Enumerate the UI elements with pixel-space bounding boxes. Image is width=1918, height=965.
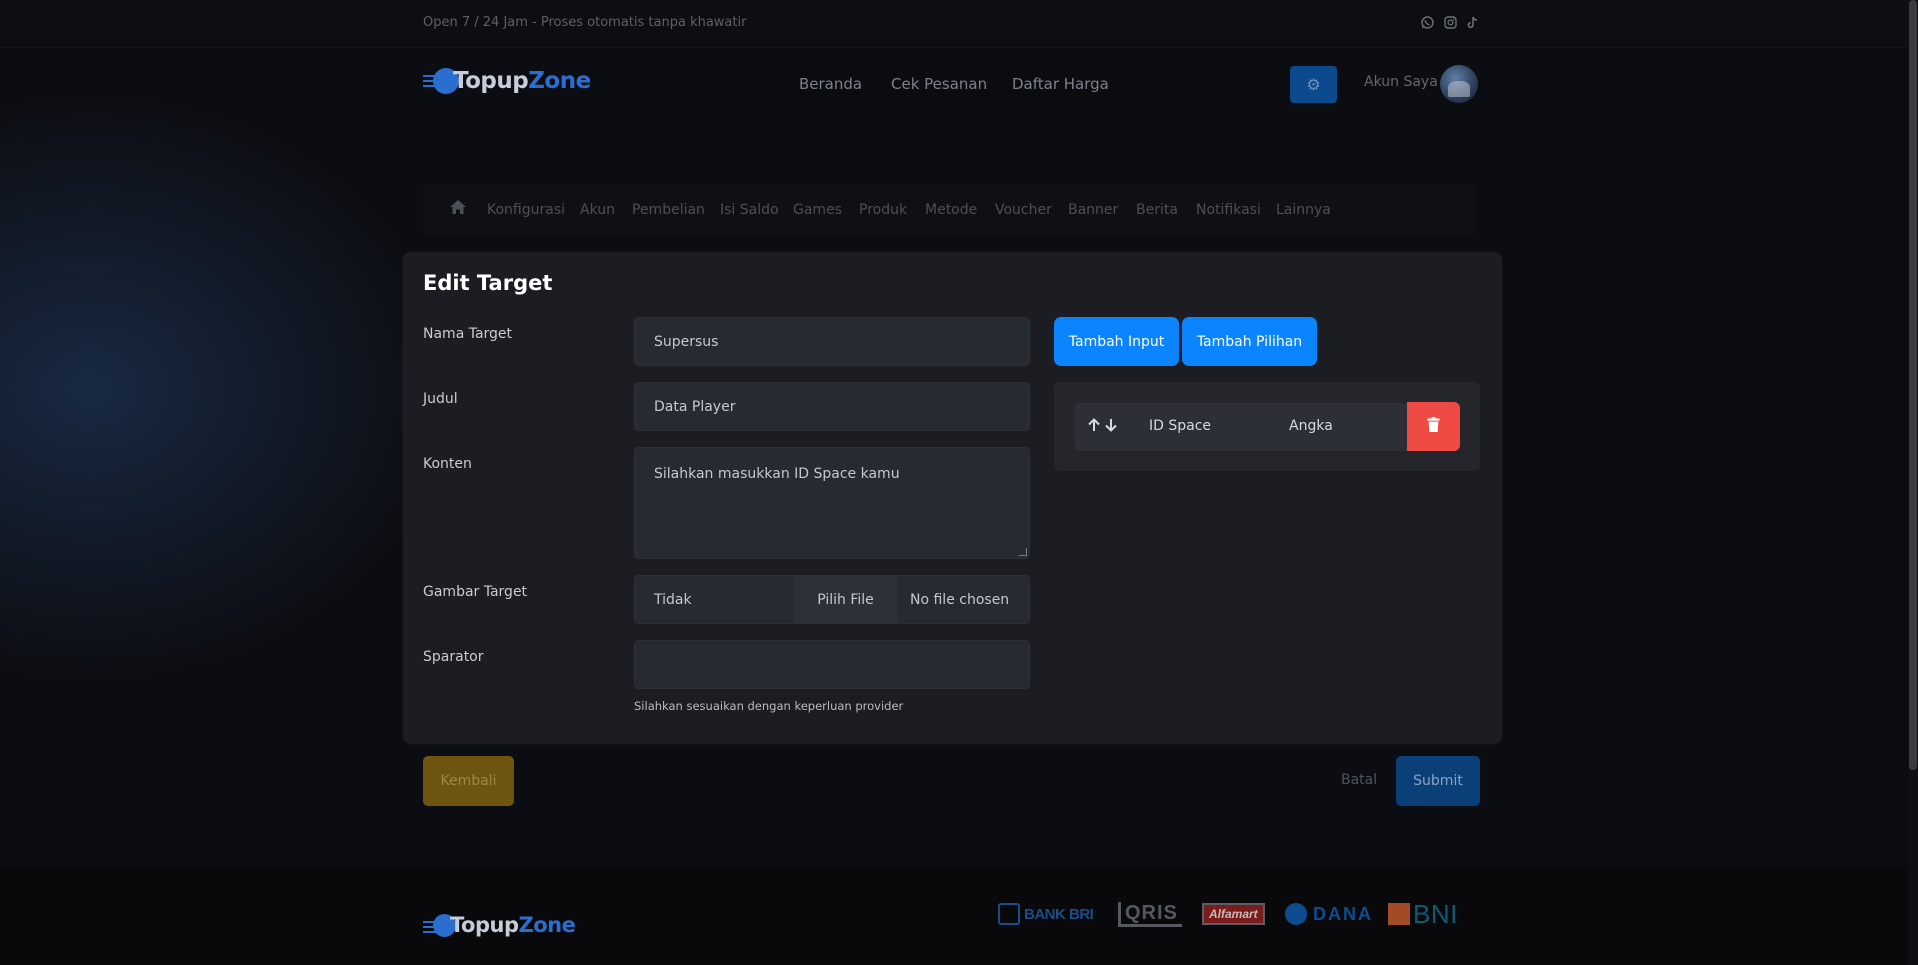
- menu-item-metode[interactable]: Metode: [925, 202, 977, 218]
- top-bar: Open 7 / 24 Jam - Proses otomatis tanpa …: [0, 0, 1908, 48]
- tagline: Open 7 / 24 Jam - Proses otomatis tanpa …: [423, 15, 747, 30]
- menu-item-produk[interactable]: Produk: [859, 202, 907, 218]
- page-title: Edit Target: [423, 271, 553, 295]
- nama-target-input[interactable]: Supersus: [634, 317, 1030, 366]
- menu-item-lainnya[interactable]: Lainnya: [1276, 202, 1331, 218]
- footer: [0, 867, 1908, 965]
- gambar-target-label: Gambar Target: [423, 584, 528, 600]
- menu-item-konfigurasi[interactable]: Konfigurasi: [487, 202, 565, 218]
- menu-item-isi-saldo[interactable]: Isi Saldo: [720, 202, 779, 218]
- footer-logo[interactable]: Topup Zone: [423, 913, 576, 937]
- home-icon[interactable]: [449, 199, 467, 217]
- whatsapp-icon[interactable]: [1421, 16, 1434, 32]
- delete-button[interactable]: [1407, 402, 1460, 451]
- alfamart-logo: Alfamart: [1202, 901, 1265, 927]
- konten-textarea[interactable]: Silahkan masukkan ID Space kamu: [634, 447, 1030, 559]
- cancel-button[interactable]: Batal: [1341, 772, 1377, 788]
- instagram-icon[interactable]: [1444, 16, 1457, 32]
- menu-item-berita[interactable]: Berita: [1136, 202, 1178, 218]
- sparator-input[interactable]: [634, 640, 1030, 689]
- site-logo[interactable]: Topup Zone: [423, 68, 591, 94]
- nav-link-beranda[interactable]: Beranda: [799, 75, 862, 93]
- settings-button[interactable]: ⚙: [1290, 66, 1337, 103]
- add-input-button[interactable]: Tambah Input: [1054, 317, 1179, 366]
- choose-file-button[interactable]: Pilih File: [794, 576, 897, 623]
- dana-logo: DANA: [1285, 901, 1373, 927]
- gear-icon: ⚙: [1306, 75, 1321, 94]
- nav-link-cek-pesanan[interactable]: Cek Pesanan: [891, 75, 987, 93]
- konten-label: Konten: [423, 456, 472, 472]
- menu-item-notifikasi[interactable]: Notifikasi: [1196, 202, 1261, 218]
- nama-target-label: Nama Target: [423, 326, 513, 342]
- gambar-target-field: Tidak Pilih File No file chosen: [634, 575, 1030, 624]
- target-input-name: ID Space: [1149, 418, 1212, 434]
- add-choice-button[interactable]: Tambah Pilihan: [1182, 317, 1317, 366]
- reorder-arrows-icon[interactable]: [1087, 418, 1119, 436]
- target-input-type: Angka: [1289, 418, 1333, 434]
- menu-item-games[interactable]: Games: [793, 202, 842, 218]
- nav-link-daftar-harga[interactable]: Daftar Harga: [1012, 75, 1109, 93]
- submit-button[interactable]: Submit: [1396, 756, 1480, 806]
- menu-item-banner[interactable]: Banner: [1068, 202, 1118, 218]
- judul-label: Judul: [423, 391, 458, 407]
- menu-item-akun[interactable]: Akun: [580, 202, 615, 218]
- menu-item-voucher[interactable]: Voucher: [995, 202, 1052, 218]
- judul-input[interactable]: Data Player: [634, 382, 1030, 431]
- gambar-target-select[interactable]: Tidak: [635, 576, 794, 623]
- sparator-label: Sparator: [423, 649, 484, 665]
- account-label[interactable]: Akun Saya: [1364, 74, 1438, 90]
- file-status: No file chosen: [910, 591, 1010, 608]
- sparator-helper-text: Silahkan sesuaikan dengan keperluan prov…: [634, 699, 904, 713]
- avatar[interactable]: [1440, 65, 1478, 103]
- tiktok-icon[interactable]: [1467, 16, 1479, 32]
- bni-logo: BNI: [1388, 899, 1458, 929]
- trash-icon: [1427, 417, 1440, 436]
- qris-logo: QRIS: [1118, 901, 1182, 927]
- back-button[interactable]: Kembali: [423, 756, 514, 806]
- menu-item-pembelian[interactable]: Pembelian: [632, 202, 705, 218]
- target-input-row[interactable]: [1075, 403, 1407, 451]
- resize-handle[interactable]: [1019, 548, 1027, 556]
- bri-logo: BANK BRI: [998, 901, 1094, 927]
- scrollbar-thumb[interactable]: [1909, 0, 1917, 770]
